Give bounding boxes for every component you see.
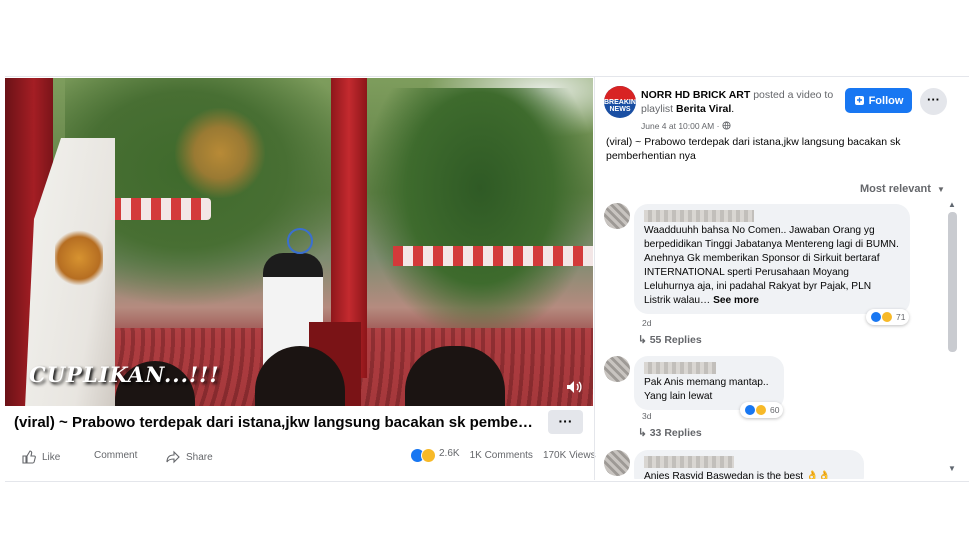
video-cursor-circle <box>287 228 313 254</box>
commenter-name-redacted[interactable] <box>644 456 734 468</box>
share-button[interactable]: Share <box>166 450 213 464</box>
comment-clip: Anies Rasyid Baswedan is the best 👌👌 <box>634 448 874 479</box>
comment-text: Waadduuhh bahsa No Comen.. Jawaban Orang… <box>644 225 899 306</box>
commenter-name-redacted[interactable] <box>644 210 754 222</box>
comment-reaction-count: 71 <box>896 312 906 322</box>
post-time-text: June 4 at 10:00 AM · <box>641 121 720 131</box>
post-description: (viral) ~ Prabowo terdepak dari istana,j… <box>606 136 901 162</box>
comment-bubble: Waadduuhh bahsa No Comen.. Jawaban Orang… <box>634 204 910 314</box>
comment-text-line1: Pak Anis memang mantap.. <box>644 377 769 388</box>
haha-reaction-icon <box>421 448 436 463</box>
view-replies-link[interactable]: ↳ 55 Replies <box>638 334 702 346</box>
share-label: Share <box>186 451 213 463</box>
haha-reaction-icon <box>755 404 767 416</box>
comment-time[interactable]: 2d <box>642 318 651 328</box>
chevron-down-icon: ▼ <box>936 185 945 194</box>
replies-count: 55 Replies <box>649 334 702 346</box>
comment-button[interactable]: Comment <box>94 450 137 461</box>
view-replies-link[interactable]: ↳ 33 Replies <box>638 427 702 439</box>
comment-label: Comment <box>94 450 138 461</box>
reply-arrow-icon: ↳ <box>638 427 650 439</box>
video-title: (viral) ~ Prabowo terdepak dari istana,j… <box>14 414 533 431</box>
post-stats: 2.6K 1K Comments 170K Views <box>410 448 596 463</box>
volume-icon[interactable] <box>565 378 583 396</box>
avatar-text: BREAKING NEWS <box>604 99 636 113</box>
post-header: NORR HD BRICK ART posted a video to play… <box>641 89 834 115</box>
video-tree-autumn <box>175 108 265 198</box>
haha-reaction-icon <box>881 311 893 323</box>
commenter-avatar[interactable] <box>604 203 630 229</box>
like-button[interactable]: Like <box>22 450 60 464</box>
comment-reaction-count: 60 <box>770 405 780 415</box>
page-name-link[interactable]: NORR HD BRICK ART <box>641 89 750 101</box>
post-timestamp[interactable]: June 4 at 10:00 AM · <box>641 121 731 131</box>
share-icon <box>166 450 180 464</box>
video-overlay-caption: CUPLIKAN...!!! <box>29 362 220 387</box>
scrollbar-thumb[interactable] <box>948 212 957 352</box>
playlist-link[interactable]: Berita Viral <box>676 103 731 115</box>
commenter-avatar[interactable] <box>604 450 630 476</box>
commenter-name-redacted[interactable] <box>644 362 716 374</box>
title-more-button[interactable]: ··· <box>548 410 583 434</box>
video-player[interactable]: CUPLIKAN...!!! <box>5 78 593 406</box>
globe-icon <box>722 121 731 130</box>
thumbs-up-icon <box>22 450 36 464</box>
follow-label: Follow <box>868 94 904 107</box>
reaction-icons[interactable]: 2.6K <box>410 448 460 463</box>
follow-icon <box>854 96 864 105</box>
like-label: Like <box>42 451 61 463</box>
view-count: 170K Views <box>542 450 596 461</box>
video-tent-right <box>393 246 593 266</box>
video-flag-emblem <box>55 228 103 288</box>
panel-divider <box>594 77 595 480</box>
reaction-count: 2.6K <box>439 448 460 459</box>
reply-arrow-icon: ↳ <box>638 334 650 346</box>
see-more-link[interactable]: See more <box>713 295 759 306</box>
comment-time[interactable]: 3d <box>642 411 651 421</box>
comment-sort-dropdown[interactable]: Most relevant ▼ <box>860 183 945 195</box>
page-avatar[interactable]: BREAKING NEWS <box>604 86 636 118</box>
scroll-down-arrow-icon[interactable]: ▼ <box>948 464 956 473</box>
commenter-avatar[interactable] <box>604 356 630 382</box>
comment-count[interactable]: 1K Comments <box>470 450 533 461</box>
comment-text: Anies Rasyid Baswedan is the best <box>644 471 804 479</box>
post-options-button[interactable]: ··· <box>920 88 947 115</box>
video-trees-right <box>365 88 593 338</box>
sort-label: Most relevant <box>860 183 931 195</box>
follow-button[interactable]: Follow <box>845 88 912 113</box>
comment-reactions[interactable]: 71 <box>866 309 910 325</box>
replies-count: 33 Replies <box>649 427 702 439</box>
emoji-icon: 👌👌 <box>805 471 831 479</box>
comment-reactions[interactable]: 60 <box>740 402 784 418</box>
comment-bubble: Anies Rasyid Baswedan is the best 👌👌 <box>634 450 864 479</box>
scroll-up-arrow-icon[interactable]: ▲ <box>948 200 956 209</box>
